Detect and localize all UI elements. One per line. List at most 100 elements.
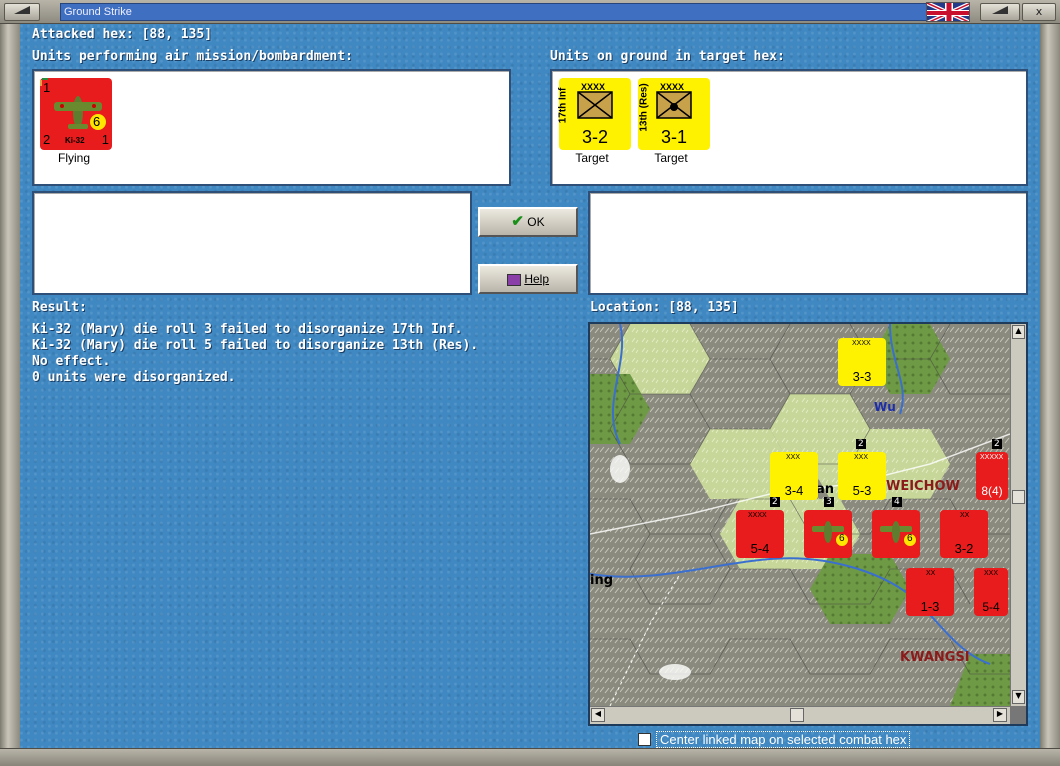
frame-right <box>1040 24 1060 748</box>
location-map[interactable]: Wu WEICHOW KWANGSI an ing XXXX 3-3 XXX 3… <box>588 322 1028 726</box>
help-book-icon <box>506 273 521 286</box>
window-title: Ground Strike <box>60 3 930 21</box>
counter-strength: 3-2 <box>954 541 974 556</box>
counter-size: XXXXX <box>980 454 1004 461</box>
map-label-weichow: WEICHOW <box>886 479 960 494</box>
uk-flag-icon[interactable] <box>926 2 970 22</box>
map-horizontal-scrollbar[interactable]: ◀ ▶ <box>590 706 1010 724</box>
scroll-thumb[interactable] <box>1012 490 1025 504</box>
minimize-icon <box>14 6 30 14</box>
counter-size: XXX <box>786 454 801 461</box>
map-counter[interactable]: XXXXX 8(4) <box>976 452 1008 500</box>
map-label-kwangsi: KWANGSI <box>900 650 970 665</box>
location-caption: Location: <box>590 300 661 315</box>
ground-units-heading: Units on ground in target hex: <box>550 49 785 64</box>
center-map-checkbox[interactable] <box>638 733 651 747</box>
scroll-left-icon[interactable]: ◀ <box>591 708 605 722</box>
attacked-hex-coords: [88, 135] <box>141 27 213 42</box>
unit-status: Target <box>575 151 609 165</box>
minimize-button[interactable] <box>4 3 40 21</box>
map-counter[interactable]: 6 <box>872 510 920 558</box>
counter-strength: 3-3 <box>852 369 872 384</box>
close-button[interactable]: x <box>1022 3 1056 21</box>
location-label: Location: [88, 135] <box>590 300 739 315</box>
counter-size: XX <box>926 570 936 577</box>
restore-button[interactable] <box>980 3 1020 21</box>
counter-strength: 6 <box>907 533 913 544</box>
attacked-hex-caption: Attacked hex: <box>32 27 134 42</box>
counter-size: XXXX <box>852 340 871 347</box>
map-counter[interactable]: XXX 3-4 <box>770 452 818 500</box>
stack-count-badge: 2 <box>992 439 1002 449</box>
frame-left <box>0 24 20 748</box>
counter-strength: 3-4 <box>784 483 804 498</box>
unit-attack: 1 <box>43 80 51 95</box>
attacked-hex-label: Attacked hex: [88, 135] <box>32 27 212 42</box>
help-button[interactable]: Help <box>478 264 578 294</box>
close-icon: x <box>1035 5 1043 18</box>
center-map-checkbox-row[interactable]: Center linked map on selected combat hex <box>638 731 911 749</box>
unit-name: Ki-32 <box>65 136 85 145</box>
air-units-heading: Units performing air mission/bombardment… <box>32 49 353 64</box>
map-counter[interactable]: XXX 5-3 <box>838 452 886 500</box>
map-counter[interactable]: XX 3-2 <box>940 510 988 558</box>
stack-count-badge: 2 <box>770 497 780 507</box>
stack-count-badge: 3 <box>824 497 834 507</box>
map-label-city: an <box>816 482 835 497</box>
unit-size: XXXX <box>581 82 606 92</box>
unit-status: Target <box>654 151 688 165</box>
result-line: No effect. <box>32 354 111 369</box>
unit-range: 1 <box>101 132 109 147</box>
checkmark-icon: ✔ <box>511 213 524 230</box>
unit-strength: 3-2 <box>581 127 608 147</box>
counter-size: XXXX <box>748 512 767 519</box>
unit-counter-ki32[interactable]: 1 2 1 6 Ki-32 <box>36 74 112 150</box>
ok-label: OK <box>527 215 545 229</box>
unit-bomb-value: 6 <box>93 114 101 129</box>
map-counter[interactable]: 6 <box>804 510 852 558</box>
result-line: 0 units were disorganized. <box>32 370 236 385</box>
stack-count-badge: 4 <box>892 497 902 507</box>
result-line: Ki-32 (Mary) die roll 3 failed to disorg… <box>32 322 463 337</box>
map-label-city: ing <box>590 573 614 588</box>
ground-unit-detail-panel <box>588 191 1028 295</box>
map-counter[interactable]: XX 1-3 <box>906 568 954 616</box>
unit-status: Flying <box>57 151 90 165</box>
unit-name: 17th Inf <box>557 87 569 124</box>
status-bar <box>0 748 1060 766</box>
scroll-down-icon[interactable]: ▼ <box>1012 690 1025 704</box>
unit-counter-17th-inf[interactable]: XXXX 17th Inf 3-2 <box>557 78 631 150</box>
restore-icon <box>992 6 1008 14</box>
location-coords: [88, 135] <box>668 300 739 315</box>
stack-count-badge: 2 <box>856 439 866 449</box>
scroll-thumb[interactable] <box>790 708 804 722</box>
counter-strength: 5-4 <box>982 600 1000 614</box>
unit-name: 13th (Res) <box>638 83 650 132</box>
center-map-label: Center linked map on selected combat hex <box>656 731 911 749</box>
counter-strength: 6 <box>839 533 845 544</box>
map-counter[interactable]: XXXX 3-3 <box>838 338 886 386</box>
unit-size: XXXX <box>660 82 685 92</box>
counter-strength: 8(4) <box>981 484 1003 498</box>
ok-button[interactable]: ✔ OK <box>478 207 578 237</box>
map-counter[interactable]: XXX 5-4 <box>974 568 1008 616</box>
result-line: Ki-32 (Mary) die roll 5 failed to disorg… <box>32 338 479 353</box>
counter-strength: 1-3 <box>920 599 940 614</box>
scroll-right-icon[interactable]: ▶ <box>993 708 1007 722</box>
result-heading: Result: <box>32 300 87 315</box>
counter-strength: 5-3 <box>852 483 872 498</box>
unit-counter-13th-res[interactable]: XXXX 13th (Res) 3-1 <box>638 78 710 150</box>
help-label: Help <box>524 272 550 286</box>
counter-size: XXX <box>984 570 999 577</box>
map-label-wu: Wu <box>874 400 896 414</box>
title-bar: Ground Strike x <box>0 0 1060 24</box>
unit-defence: 2 <box>43 132 51 147</box>
map-counter[interactable]: XXXX 5-4 <box>736 510 784 558</box>
map-vertical-scrollbar[interactable]: ▲ ▼ <box>1010 324 1026 706</box>
unit-strength: 3-1 <box>660 127 687 147</box>
scroll-up-icon[interactable]: ▲ <box>1012 325 1025 339</box>
counter-strength: 5-4 <box>750 541 770 556</box>
counter-size: XX <box>960 512 970 519</box>
air-unit-detail-panel <box>32 191 472 295</box>
counter-size: XXX <box>854 454 869 461</box>
